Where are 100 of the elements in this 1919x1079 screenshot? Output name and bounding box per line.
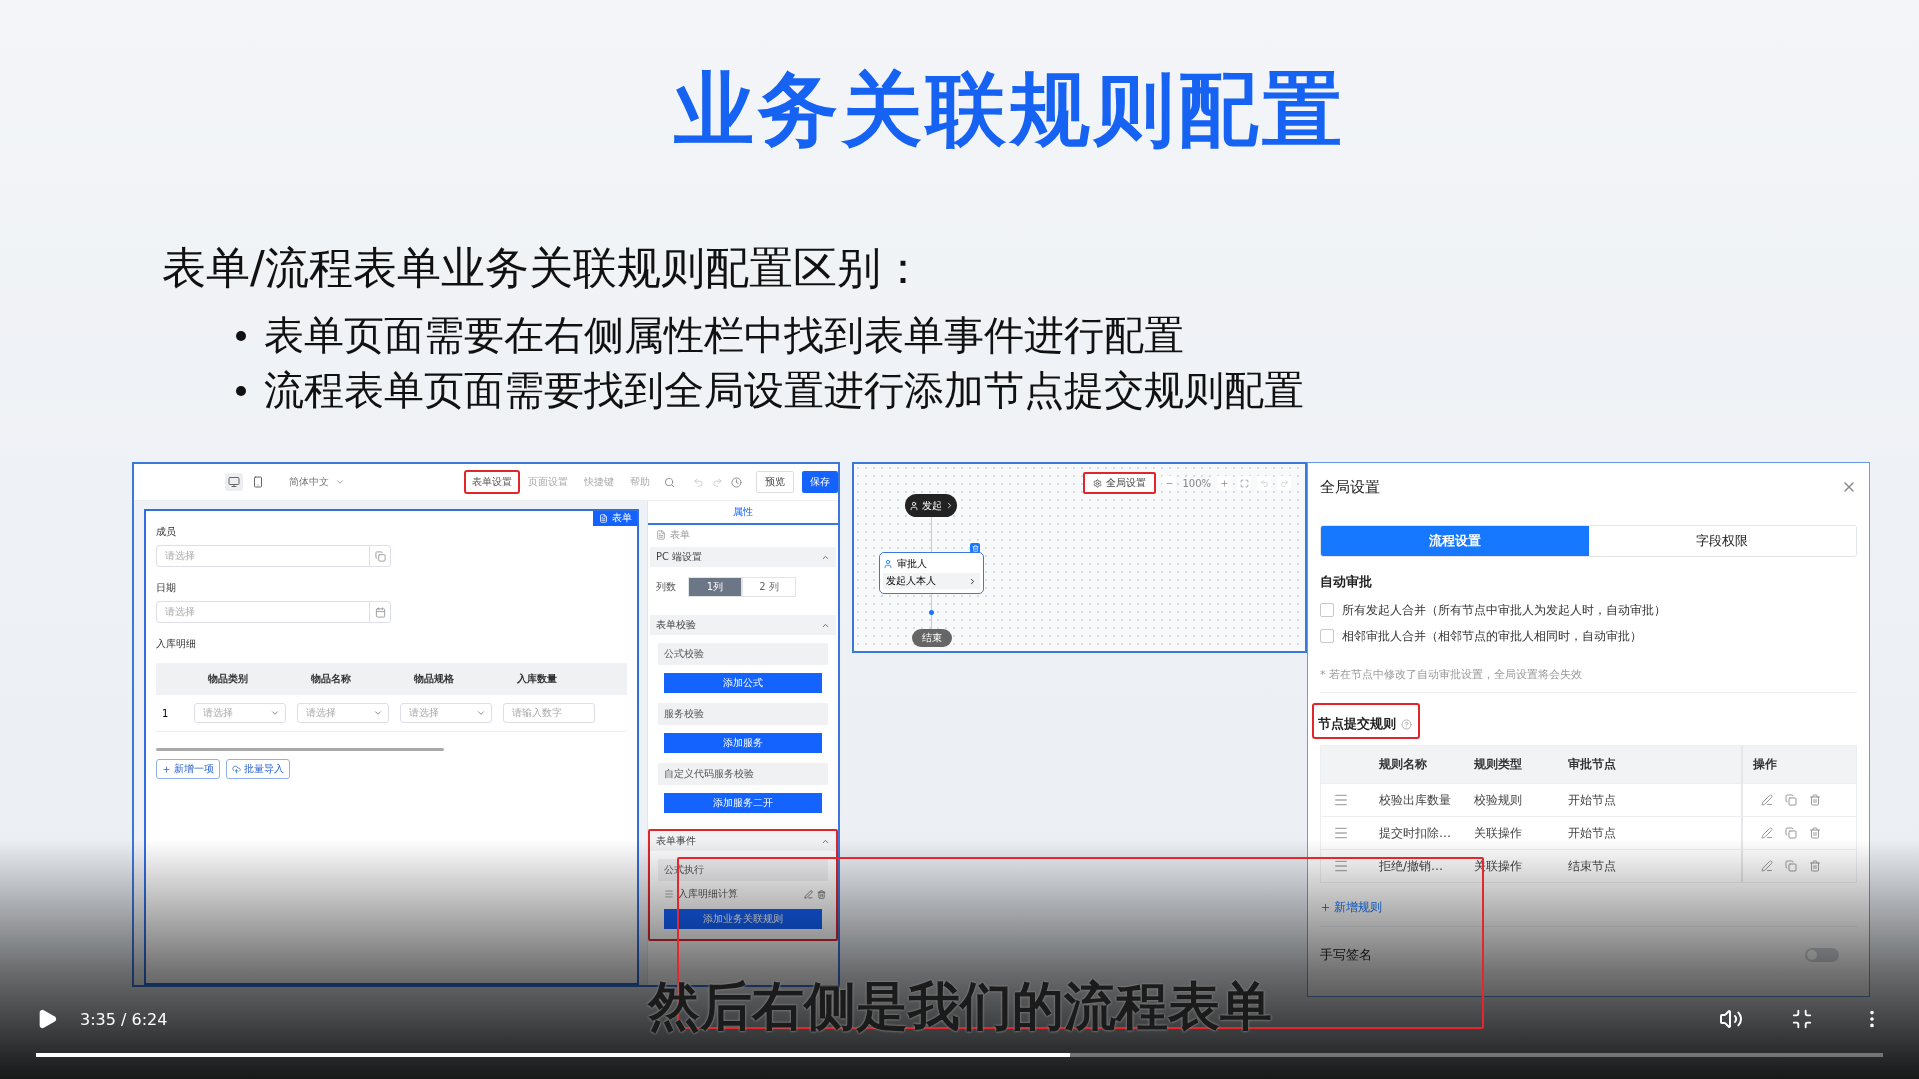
badge-label: 表单 [612, 511, 632, 525]
chevron-down-icon [476, 708, 486, 718]
form-icon [599, 513, 608, 523]
preview-button[interactable]: 预览 [755, 471, 794, 493]
add-button[interactable]: 添加服务 [664, 733, 822, 753]
select-field[interactable]: 请选择 [400, 703, 492, 723]
select-field[interactable]: 请选择 [297, 703, 389, 723]
properties-tab[interactable]: 属性 [648, 501, 838, 525]
copy-icon [374, 550, 386, 562]
delete-icon[interactable] [817, 889, 826, 899]
edit-icon[interactable] [1761, 827, 1773, 839]
table-cell: 拒绝/撤销… [1379, 849, 1474, 882]
node-label: 审批人 [897, 557, 927, 571]
toolbar-tab[interactable]: 页面设置 [520, 470, 577, 494]
drag-handle-icon[interactable] [1333, 825, 1349, 841]
table-cell: 关联操作 [1474, 816, 1568, 849]
group-title: 公式校验 [658, 643, 828, 665]
add-item-button[interactable]: 新增一项 [156, 759, 220, 779]
copy-icon[interactable] [1785, 827, 1797, 839]
chevron-down-icon [373, 708, 383, 718]
form-icon [656, 530, 666, 540]
checkbox[interactable] [1320, 629, 1334, 643]
redo-icon[interactable] [712, 476, 724, 488]
upload-icon [232, 764, 241, 774]
column-header: 操作 [1741, 746, 1856, 783]
edit-icon[interactable] [1761, 860, 1773, 872]
add-button[interactable]: 添加业务关联规则 [664, 909, 822, 929]
progress-track[interactable] [36, 1053, 1883, 1057]
plus-icon [162, 764, 171, 774]
group-title: 服务校验 [658, 703, 828, 725]
checkbox-label: 相邻审批人合并（相邻节点的审批人相同时，自动审批） [1342, 627, 1642, 645]
save-button[interactable]: 保存 [801, 471, 838, 493]
rule-item: 入库明细计算 [678, 887, 739, 901]
toolbar-tab[interactable]: 表单设置 [464, 470, 521, 494]
undo-icon[interactable] [693, 476, 705, 488]
time-display: 3:35 / 6:24 [80, 1009, 168, 1029]
field-label: 入库明细 [156, 637, 197, 651]
section-title: 节点提交规则 [1318, 715, 1396, 733]
copy-icon[interactable] [1785, 794, 1797, 806]
plus-icon [1320, 902, 1331, 913]
table-cell: 校验出库数量 [1379, 783, 1474, 816]
drag-handle-icon[interactable] [1333, 792, 1349, 808]
node-label: 结束 [922, 631, 942, 645]
segment-option[interactable]: 2 列 [742, 577, 796, 597]
search-icon[interactable] [664, 476, 676, 488]
exit-fullscreen-icon[interactable] [1791, 1008, 1813, 1030]
field-label: 日期 [156, 581, 177, 595]
drag-handle-icon[interactable] [1333, 858, 1349, 874]
zoom-in-icon[interactable] [1219, 478, 1229, 488]
add-rule-link[interactable]: 新增规则 [1320, 899, 1382, 916]
settings-tab[interactable]: 流程设置 [1321, 526, 1589, 556]
import-button[interactable]: 批量导入 [226, 759, 290, 779]
column-header: 物品类别 [207, 672, 249, 686]
column-header: 物品规格 [413, 672, 455, 686]
calendar-icon [374, 606, 386, 618]
global-settings-button[interactable]: 全局设置 [1083, 472, 1157, 494]
help-icon[interactable] [1401, 718, 1412, 730]
history-icon[interactable] [731, 476, 742, 488]
delete-icon[interactable] [970, 543, 980, 553]
chevron-right-icon [968, 576, 977, 586]
copy-icon[interactable] [1785, 860, 1797, 872]
hint-text: * 若在节点中修改了自动审批设置，全局设置将会失效 [1320, 667, 1583, 682]
section-title: 表单事件 [656, 834, 696, 848]
select-field[interactable]: 请选择 [156, 601, 391, 623]
column-header: 审批节点 [1568, 746, 1741, 783]
delete-icon[interactable] [1809, 827, 1821, 839]
add-button[interactable]: 添加服务二开 [664, 793, 822, 813]
delete-icon[interactable] [1809, 860, 1821, 872]
table-cell: 结束节点 [1568, 849, 1741, 882]
section-title: 手写签名 [1320, 946, 1372, 964]
language-select[interactable]: 简体中文 [289, 475, 330, 489]
column-header: 规则名称 [1379, 746, 1474, 783]
volume-icon[interactable] [1719, 1007, 1743, 1031]
select-field[interactable]: 请选择 [156, 545, 391, 567]
row-number: 1 [161, 707, 170, 719]
checkbox[interactable] [1320, 603, 1334, 617]
connector-line [931, 517, 932, 552]
monitor-icon[interactable] [225, 473, 244, 491]
toolbar-tab[interactable]: 快捷键 [576, 470, 623, 494]
start-node[interactable]: 发起 [905, 494, 957, 517]
fit-screen-icon[interactable] [1239, 478, 1249, 488]
toolbar-tab[interactable]: 帮助 [622, 470, 659, 494]
edit-icon[interactable] [804, 889, 813, 899]
toggle-switch[interactable] [1805, 948, 1839, 962]
delete-icon[interactable] [1809, 794, 1821, 806]
add-node-dot[interactable] [929, 610, 934, 615]
edit-icon[interactable] [1761, 794, 1773, 806]
add-button[interactable]: 添加公式 [664, 673, 822, 693]
chevron-down-icon [335, 477, 346, 487]
component-name: 表单 [670, 528, 690, 542]
section-title: 表单校验 [656, 618, 696, 632]
column-header: 入库数量 [516, 672, 558, 686]
bullet-icon [236, 330, 246, 341]
segment-option[interactable]: 1列 [688, 577, 742, 597]
person-icon [908, 500, 919, 511]
approver-node[interactable]: 审批人 发起人本人 [879, 552, 984, 594]
field-label: 成员 [156, 525, 177, 539]
drag-handle-icon[interactable] [664, 889, 674, 899]
bullet-icon [236, 385, 246, 396]
select-field[interactable]: 请选择 [194, 703, 286, 723]
